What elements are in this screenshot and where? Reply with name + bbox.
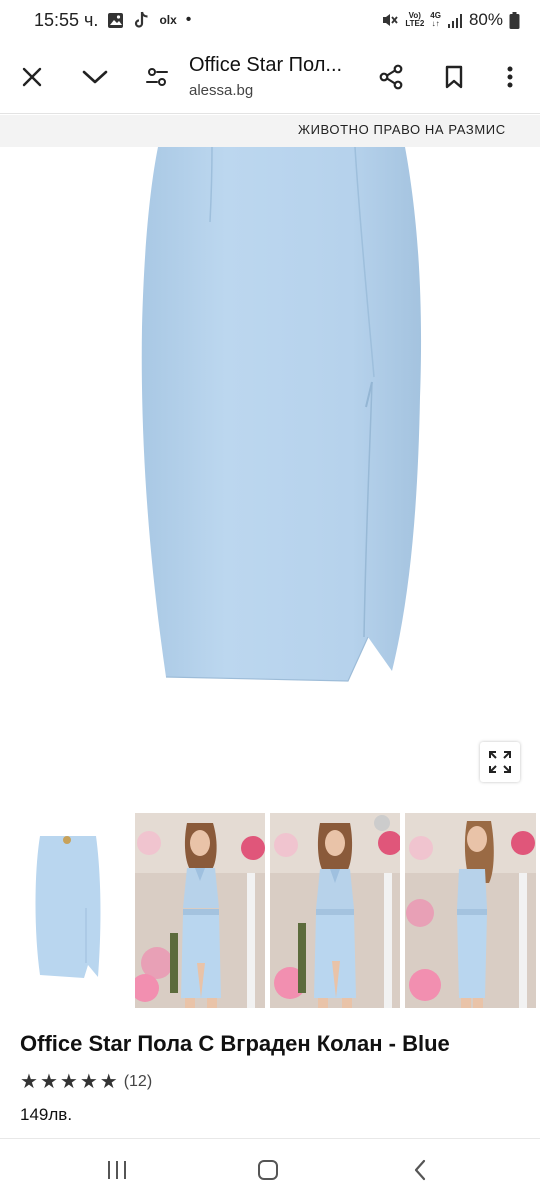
expand-icon xyxy=(489,751,511,773)
gallery-icon xyxy=(107,12,124,29)
fullscreen-button[interactable] xyxy=(480,742,520,782)
signal-icon xyxy=(447,13,463,28)
product-main-image[interactable] xyxy=(0,146,540,797)
battery-percent: 80% xyxy=(468,10,503,29)
share-icon[interactable] xyxy=(373,59,409,95)
star-icon: ★ xyxy=(59,1071,78,1093)
star-icon: ★ xyxy=(20,1071,38,1093)
status-bar: 15:55 ч. olx • Vo) LTE2 4G ↓↑ 80% xyxy=(0,0,540,40)
thumbnail-skirt-only[interactable] xyxy=(0,813,130,1008)
home-icon[interactable] xyxy=(250,1153,286,1187)
system-nav-bar xyxy=(0,1138,540,1200)
volte-icon: Vo) LTE2 xyxy=(405,11,425,28)
tiktok-icon xyxy=(133,11,150,30)
product-price: 149лв. xyxy=(20,1105,73,1124)
star-icon: ★ xyxy=(99,1071,118,1093)
thumbnail-model-front-1[interactable] xyxy=(135,813,265,1008)
product-title: Office Star Пола С Вграден Колан - Blue xyxy=(20,1031,450,1056)
back-icon[interactable] xyxy=(402,1153,438,1187)
olx-icon: olx xyxy=(159,13,177,27)
status-time: 15:55 ч. xyxy=(34,9,99,30)
chevron-down-icon[interactable] xyxy=(77,59,113,95)
battery-icon xyxy=(509,11,520,29)
bookmark-icon[interactable] xyxy=(436,59,472,95)
page-title: Office Star Пол... xyxy=(189,54,343,76)
thumbnail-strip xyxy=(0,813,540,1008)
rating-count: (12) xyxy=(123,1073,153,1090)
page-domain: alessa.bg xyxy=(189,82,254,99)
page-title-block[interactable]: Office Star Пол... alessa.bg xyxy=(189,54,359,99)
network-type-icon: 4G ↓↑ xyxy=(430,11,441,28)
star-icon: ★ xyxy=(79,1071,98,1093)
star-icon: ★ xyxy=(39,1071,58,1093)
banner-text: ЖИВОТНО ПРАВО НА РАЗМИС xyxy=(298,122,506,137)
close-icon[interactable] xyxy=(14,59,50,95)
recent-apps-icon[interactable] xyxy=(99,1153,135,1187)
mute-icon xyxy=(381,12,399,28)
browser-toolbar: Office Star Пол... alessa.bg xyxy=(0,40,540,114)
page-settings-icon[interactable] xyxy=(139,59,175,95)
product-rating[interactable]: ★ ★ ★ ★ ★ (12) xyxy=(20,1072,152,1092)
marquee-banner: ЖИВОТНО ПРАВО НА РАЗМИС xyxy=(0,115,540,147)
thumbnail-model-side[interactable] xyxy=(405,813,536,1008)
more-options-icon[interactable] xyxy=(492,59,528,95)
dot-icon: • xyxy=(185,11,192,28)
thumbnail-model-front-2[interactable] xyxy=(270,813,400,1008)
